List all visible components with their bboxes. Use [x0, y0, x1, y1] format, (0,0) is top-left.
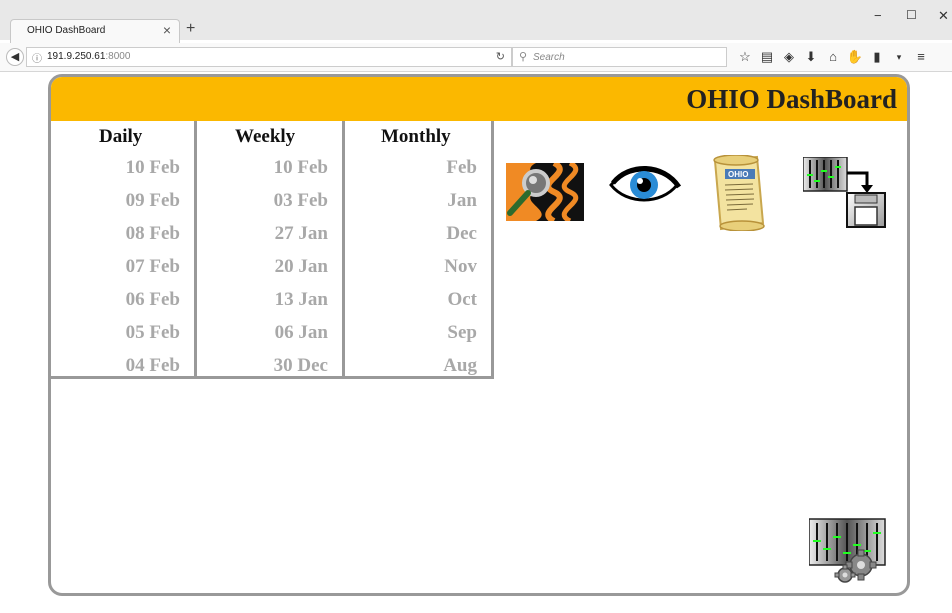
address-bar[interactable]: ⓘ 191.9.250.61:8000 ↻ [26, 47, 512, 67]
extension-icon[interactable]: ✋ [844, 48, 866, 66]
browser-nav-bar: ◀ ⓘ 191.9.250.61:8000 ↻ ⚲ Search ☆ ▤ ◈ ⬇… [0, 43, 952, 72]
search-placeholder: Search [533, 52, 565, 63]
clipboard-icon[interactable]: ▮ [866, 48, 888, 66]
scroll-ohio-text: OHIO [728, 170, 748, 179]
daily-column: Daily 10 Feb 09 Feb 08 Feb 07 Feb 06 Feb… [51, 121, 197, 376]
daily-item[interactable]: 06 Feb [126, 289, 180, 311]
monthly-item[interactable]: Sep [447, 322, 477, 344]
maximize-button[interactable]: ☐ [906, 8, 917, 22]
search-icon: ⚲ [519, 51, 528, 63]
bookmark-star-icon[interactable]: ☆ [734, 48, 756, 66]
info-icon[interactable]: ⓘ [32, 50, 42, 65]
daily-item[interactable]: 08 Feb [126, 223, 180, 245]
daily-item[interactable]: 07 Feb [126, 256, 180, 278]
weekly-header: Weekly [235, 126, 296, 147]
pocket-icon[interactable]: ◈ [778, 48, 800, 66]
back-arrow-icon[interactable]: ◀ [6, 48, 24, 66]
monthly-header: Monthly [381, 126, 451, 147]
weekly-item[interactable]: 10 Feb [274, 157, 328, 179]
page-title: OHIO DashBoard [686, 84, 897, 114]
overflow-chevron-icon[interactable]: ▾ [888, 48, 910, 66]
minimize-button[interactable]: − [874, 8, 882, 23]
weekly-item[interactable]: 20 Jan [275, 256, 328, 278]
reader-list-icon[interactable]: ▤ [756, 48, 778, 66]
download-icon[interactable]: ⬇ [800, 48, 822, 66]
tab-close-icon[interactable]: × [163, 22, 171, 38]
report-table: Daily 10 Feb 09 Feb 08 Feb 07 Feb 06 Feb… [51, 121, 494, 379]
dashboard-panel: OHIO DashBoard Daily 10 Feb 09 Feb 08 Fe… [48, 74, 910, 596]
daily-item[interactable]: 09 Feb [126, 190, 180, 212]
daily-item[interactable]: 10 Feb [126, 157, 180, 179]
reload-icon[interactable]: ↻ [496, 50, 505, 63]
weekly-item[interactable]: 06 Jan [275, 322, 328, 344]
monthly-item[interactable]: Aug [443, 355, 477, 377]
toolbar-icons: ☆ ▤ ◈ ⬇ ⌂ ✋ ▮ ▾ ≡ [734, 48, 932, 66]
home-icon[interactable]: ⌂ [822, 48, 844, 66]
monthly-item[interactable]: Dec [446, 223, 477, 245]
url-text: 191.9.250.61:8000 [47, 51, 130, 62]
dashboard-header: OHIO DashBoard [51, 77, 907, 121]
browser-tab[interactable]: OHIO DashBoard × [10, 19, 180, 43]
daily-item[interactable]: 04 Feb [126, 355, 180, 377]
ohio-scroll-icon[interactable]: OHIO [707, 154, 769, 232]
search-input[interactable]: ⚲ Search [512, 47, 727, 67]
weekly-column: Weekly 10 Feb 03 Feb 27 Jan 20 Jan 13 Ja… [197, 121, 345, 376]
weekly-item[interactable]: 27 Jan [275, 223, 328, 245]
weekly-item[interactable]: 30 Dec [274, 355, 328, 377]
url-port: :8000 [105, 51, 131, 62]
browser-tab-bar: OHIO DashBoard × + − ☐ ✕ [0, 0, 952, 43]
tab-title: OHIO DashBoard [27, 25, 106, 36]
equalizer-save-icon[interactable] [802, 156, 887, 229]
daily-item[interactable]: 05 Feb [126, 322, 180, 344]
monthly-column: Monthly Feb Jan Dec Nov Oct Sep Aug [345, 121, 491, 376]
monthly-item[interactable]: Jan [447, 190, 477, 212]
monthly-item[interactable]: Feb [446, 157, 477, 179]
weekly-item[interactable]: 03 Feb [274, 190, 328, 212]
hamburger-menu-icon[interactable]: ≡ [910, 48, 932, 66]
url-host: 191.9.250.61 [47, 51, 106, 62]
magnifier-search-icon[interactable] [506, 160, 584, 224]
daily-header: Daily [99, 126, 143, 147]
eye-view-icon[interactable] [607, 165, 682, 205]
monthly-item[interactable]: Oct [447, 289, 477, 311]
new-tab-button[interactable]: + [186, 20, 195, 38]
equalizer-gear-settings-icon[interactable] [808, 517, 887, 587]
weekly-item[interactable]: 13 Jan [275, 289, 328, 311]
close-window-button[interactable]: ✕ [938, 8, 949, 24]
monthly-item[interactable]: Nov [444, 256, 477, 278]
